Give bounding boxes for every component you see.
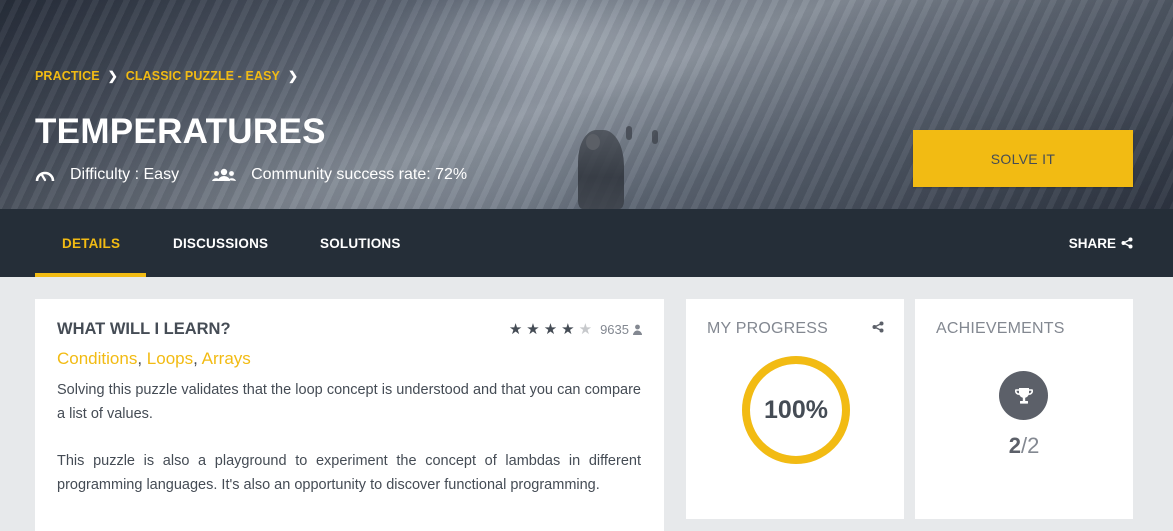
achievements-card: ACHIEVEMENTS 2/2 [915, 299, 1133, 519]
achievements-earned: 2 [1008, 433, 1021, 458]
chevron-right-icon: ❯ [287, 69, 299, 83]
star-icon: ★ [508, 321, 523, 338]
tab-discussions[interactable]: DISCUSSIONS [173, 209, 268, 277]
hero-figure-head [586, 134, 600, 150]
progress-value: 100% [764, 395, 828, 424]
star-icon: ★ [526, 321, 540, 338]
hero-figure [578, 130, 624, 209]
trophy-icon [999, 371, 1048, 420]
achievements-count: 2/2 [1008, 433, 1040, 458]
users-icon [211, 167, 237, 183]
learn-description-2: This puzzle is also a playground to expe… [57, 453, 641, 493]
share-label: SHARE [1068, 235, 1116, 251]
share-icon[interactable] [872, 321, 884, 333]
active-tab-indicator [35, 273, 146, 277]
learn-card: WHAT WILL I LEARN? ★ ★ ★ ★ ★ 9635 Condit… [35, 299, 664, 531]
breadcrumb-practice[interactable]: PRACTICE [35, 69, 100, 83]
background-figure [626, 126, 632, 140]
user-icon [633, 324, 642, 335]
tab-solutions[interactable]: SOLUTIONS [320, 209, 401, 277]
breadcrumb: PRACTICE ❯ CLASSIC PUZZLE - EASY ❯ [35, 69, 306, 83]
star-icon: ★ [543, 321, 558, 338]
rating[interactable]: ★ ★ ★ ★ ★ 9635 [505, 322, 642, 337]
achievements-title: ACHIEVEMENTS [936, 320, 1065, 337]
tag-loops[interactable]: Loops [147, 349, 193, 368]
learn-tags: Conditions, Loops, Arrays [57, 349, 251, 368]
community-success-rate: Community success rate: 72% [251, 166, 468, 183]
tag-conditions[interactable]: Conditions [57, 349, 137, 368]
share-icon [1121, 237, 1133, 249]
puzzle-meta: Difficulty : Easy Community success rate… [35, 166, 467, 184]
progress-card: MY PROGRESS 100% [686, 299, 904, 519]
solve-it-button[interactable]: SOLVE IT [913, 130, 1133, 187]
chevron-right-icon: ❯ [107, 69, 118, 83]
progress-title: MY PROGRESS [707, 320, 829, 337]
share-button[interactable]: SHARE [1069, 209, 1133, 277]
page-title: TEMPERATURES [35, 112, 326, 151]
learn-description: Solving this puzzle validates that the l… [57, 382, 641, 422]
breadcrumb-classic-puzzle-easy[interactable]: CLASSIC PUZZLE - EASY [126, 69, 280, 83]
tab-bar: DETAILS DISCUSSIONS SOLUTIONS SHARE [0, 209, 1173, 277]
difficulty-label: Difficulty : Easy [70, 166, 180, 183]
background-figure [652, 130, 658, 144]
achievements-total: 2 [1027, 433, 1040, 458]
star-icon: ★ [578, 321, 593, 338]
learn-title: WHAT WILL I LEARN? [57, 320, 231, 338]
gauge-icon [35, 167, 55, 183]
rating-count: 9635 [600, 322, 629, 337]
tag-arrays[interactable]: Arrays [202, 349, 251, 368]
tab-details[interactable]: DETAILS [62, 209, 120, 277]
star-icon: ★ [561, 321, 575, 338]
